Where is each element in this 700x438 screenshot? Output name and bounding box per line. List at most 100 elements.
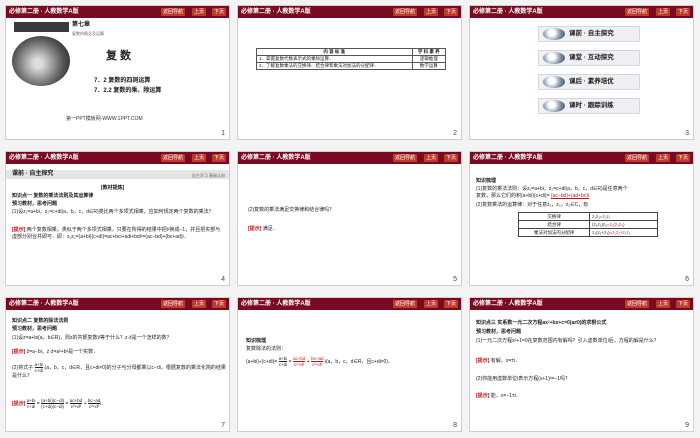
- nav-back-button[interactable]: 返回导航: [160, 300, 185, 308]
- answer-block: [提示] z̄=a−bi，z·z̄=a²+b²是一个实数．: [12, 349, 98, 356]
- slide-3[interactable]: 必修第二册 · 人教数学A版 返回导航 上页 下页 课前 · 自主探究 课堂 ·…: [469, 5, 694, 140]
- slide-number: 8: [453, 422, 457, 429]
- section-1: 7．2 复数的四则运算: [94, 78, 151, 84]
- slide-number: 9: [685, 422, 689, 429]
- hint-label: [提示]: [12, 349, 26, 355]
- slide-header: 必修第二册 · 人教数学A版 返回导航 上页 下页: [6, 152, 229, 164]
- nav-next-button[interactable]: 下页: [211, 8, 226, 16]
- slide-header: 必修第二册 · 人教数学A版 返回导航 上页 下页: [470, 152, 693, 164]
- slide-4[interactable]: 必修第二册 · 人教数学A版 返回导航 上页 下页 课前 · 自主探究 自主学习…: [5, 151, 230, 286]
- answer-text: 能，x=−1±i．: [490, 393, 521, 399]
- slide-title: 复 数: [106, 50, 132, 62]
- header-title: 必修第二册 · 人教数学A版: [241, 301, 311, 307]
- nav-back-button[interactable]: 返回导航: [160, 154, 185, 162]
- section-2: 7．2.2 复数的乘、除运算: [94, 88, 162, 94]
- table-header: 内 容 标 准: [256, 48, 413, 56]
- law-text: (2)复数乘法的运算律：对于任意z₁，z₂，z₃∈C，有: [476, 202, 589, 208]
- table-cell: 2．了解复数乘法的交换律、结合律和乘法对加法的分配律．: [256, 62, 413, 70]
- table-cell: z₁z₂=z₂z₁: [589, 212, 658, 221]
- table-cell: (z₁z₂)z₃=z₁(z₂z₃): [589, 220, 658, 229]
- nav-back-button[interactable]: 返回导航: [624, 154, 649, 162]
- question-text-2: (2)将式子 a+bi c+di (a，b，c，d∈R，且c+di≠0)的分子与分…: [12, 362, 226, 379]
- nav-next-button[interactable]: 下页: [675, 154, 690, 162]
- slide-grid: 必修第二册 · 人教数学A版 返回导航 上页 下页 第七章 复数的概念及运算 复…: [0, 0, 700, 438]
- nav-back-button[interactable]: 返回导航: [160, 8, 185, 16]
- slide-header: 必修第二册 · 人教数学A版 返回导航 上页 下页: [470, 298, 693, 310]
- slide-6[interactable]: 必修第二册 · 人教数学A版 返回导航 上页 下页 知识梳理 (1)复数的乘法法…: [469, 151, 694, 286]
- content-heading: 知识梳理: [246, 338, 267, 344]
- rule-answer: (ac−bd)+(ad+bc)i: [550, 193, 590, 199]
- header-title: 必修第二册 · 人教数学A版: [473, 301, 543, 307]
- nav-prev-button[interactable]: 上页: [655, 300, 670, 308]
- header-title: 必修第二册 · 人教数学A版: [9, 301, 79, 307]
- globe-icon: [543, 76, 565, 88]
- content-heading: [教材提炼]: [101, 185, 125, 191]
- question-text: (2)复数的乘法满足交换律和结合律吗？: [248, 207, 335, 213]
- nav-next-button[interactable]: 下页: [443, 300, 458, 308]
- rule-prefix: 复数，那么它们的积(a+bi)(c+di)=: [476, 193, 550, 199]
- knowledge-point: 知识点二 复数的除法法则: [12, 318, 69, 324]
- header-title: 必修第二册 · 人教数学A版: [241, 9, 311, 15]
- chapter-label: 第七章: [72, 22, 91, 28]
- answer-text: z̄=a−bi，z·z̄=a²+b²是一个实数．: [26, 349, 99, 355]
- header-title: 必修第二册 · 人教数学A版: [473, 9, 543, 15]
- nav-next-button[interactable]: 下页: [443, 8, 458, 16]
- slide-number: 2: [453, 130, 457, 137]
- slide-9[interactable]: 必修第二册 · 人教数学A版 返回导航 上页 下页 知识点三 实系数一元二次方程…: [469, 297, 694, 432]
- nav-prev-button[interactable]: 上页: [655, 8, 670, 16]
- slide-header: 必修第二册 · 人教数学A版 返回导航 上页 下页: [238, 298, 461, 310]
- chapter-subtitle: 复数的概念及运算: [72, 31, 104, 36]
- nav-prev-button[interactable]: 上页: [191, 154, 206, 162]
- nav-next-button[interactable]: 下页: [443, 154, 458, 162]
- chapter-band: [14, 22, 69, 32]
- nav-prev-button[interactable]: 上页: [191, 300, 206, 308]
- slide-5[interactable]: 必修第二册 · 人教数学A版 返回导航 上页 下页 (2)复数的乘法满足交换律和…: [237, 151, 462, 286]
- slide-number: 3: [685, 130, 689, 137]
- content-heading: 知识梳理: [476, 178, 497, 184]
- slide-number: 4: [221, 276, 225, 283]
- preview-note: 预习教材，思考问题: [12, 326, 58, 332]
- menu-item-inclass[interactable]: 课堂 · 互动探究: [538, 50, 640, 66]
- question-text-2: (2)你能用虚数单位i表示方程(x+1)²=−1吗？: [476, 376, 571, 382]
- slide-2[interactable]: 必修第二册 · 人教数学A版 返回导航 上页 下页 内 容 标 准 学 科 素 …: [237, 5, 462, 140]
- slide-8[interactable]: 必修第二册 · 人教数学A版 返回导航 上页 下页 知识梳理 复数除法的法则： …: [237, 297, 462, 432]
- knowledge-point: 知识点三 实系数一元二次方程ax²+bx+c=0(a≠0)的求根公式: [476, 320, 607, 326]
- answer-block-2: [提示] 能，x=−1±i．: [476, 393, 521, 400]
- nav-next-button[interactable]: 下页: [675, 8, 690, 16]
- nav-prev-button[interactable]: 上页: [191, 8, 206, 16]
- question-text: (1)设z=a+bi(a，b∈R)，则z的共轭复数z̄等于什么？z·z̄是一个怎…: [12, 335, 172, 341]
- slide-header: 必修第二册 · 人教数学A版 返回导航 上页 下页: [470, 6, 693, 18]
- table-cell: 1．掌握复数代数表示式的乘除运算．: [256, 55, 413, 63]
- header-title: 必修第二册 · 人教数学A版: [241, 155, 311, 161]
- nav-next-button[interactable]: 下页: [211, 154, 226, 162]
- question-text: (1)一元二次方程x²+1=0在复数范围内有解吗？引入虚数单位i后，方程的解是什…: [476, 338, 659, 344]
- menu-item-preclass[interactable]: 课前 · 自主探究: [538, 26, 640, 42]
- nav-back-button[interactable]: 返回导航: [392, 300, 417, 308]
- nav-back-button[interactable]: 返回导航: [624, 8, 649, 16]
- nav-prev-button[interactable]: 上页: [655, 154, 670, 162]
- hint-label: [提示]: [12, 400, 26, 407]
- nav-back-button[interactable]: 返回导航: [624, 300, 649, 308]
- nav-prev-button[interactable]: 上页: [423, 8, 438, 16]
- nav-back-button[interactable]: 返回导航: [392, 154, 417, 162]
- slide-7[interactable]: 必修第二册 · 人教数学A版 返回导航 上页 下页 知识点二 复数的除法法则 预…: [5, 297, 230, 432]
- rule-text: 复数除法的法则：: [246, 346, 287, 352]
- footer-text: 第一PPT模板网-WWW.1PPT.COM: [66, 116, 143, 122]
- nav-back-button[interactable]: 返回导航: [392, 8, 417, 16]
- slide-1[interactable]: 必修第二册 · 人教数学A版 返回导航 上页 下页 第七章 复数的概念及运算 复…: [5, 5, 230, 140]
- nav-prev-button[interactable]: 上页: [423, 300, 438, 308]
- answer-text: 满足．: [262, 226, 278, 232]
- menu-label: 课堂 · 互动探究: [569, 54, 614, 61]
- nav-next-button[interactable]: 下页: [211, 300, 226, 308]
- table-cell: 交换律: [517, 212, 591, 221]
- menu-item-training[interactable]: 课时 · 跟踪训练: [538, 98, 640, 114]
- slide-number: 5: [453, 276, 457, 283]
- rule-text-2: 复数，那么它们的积(a+bi)(c+di)= (ac−bd)+(ad+bc)i: [476, 193, 589, 200]
- nav-prev-button[interactable]: 上页: [423, 154, 438, 162]
- cover-image: [12, 36, 70, 86]
- menu-label: 课时 · 跟踪训练: [569, 102, 614, 109]
- menu-item-afterclass[interactable]: 课后 · 素养培优: [538, 74, 640, 90]
- question-text: (1)设z₁=a+bi，z₂=c+di(a，b，c，d∈R)类比两个多项式相乘，…: [12, 209, 214, 215]
- hint-label: [提示]: [248, 226, 262, 232]
- nav-next-button[interactable]: 下页: [675, 300, 690, 308]
